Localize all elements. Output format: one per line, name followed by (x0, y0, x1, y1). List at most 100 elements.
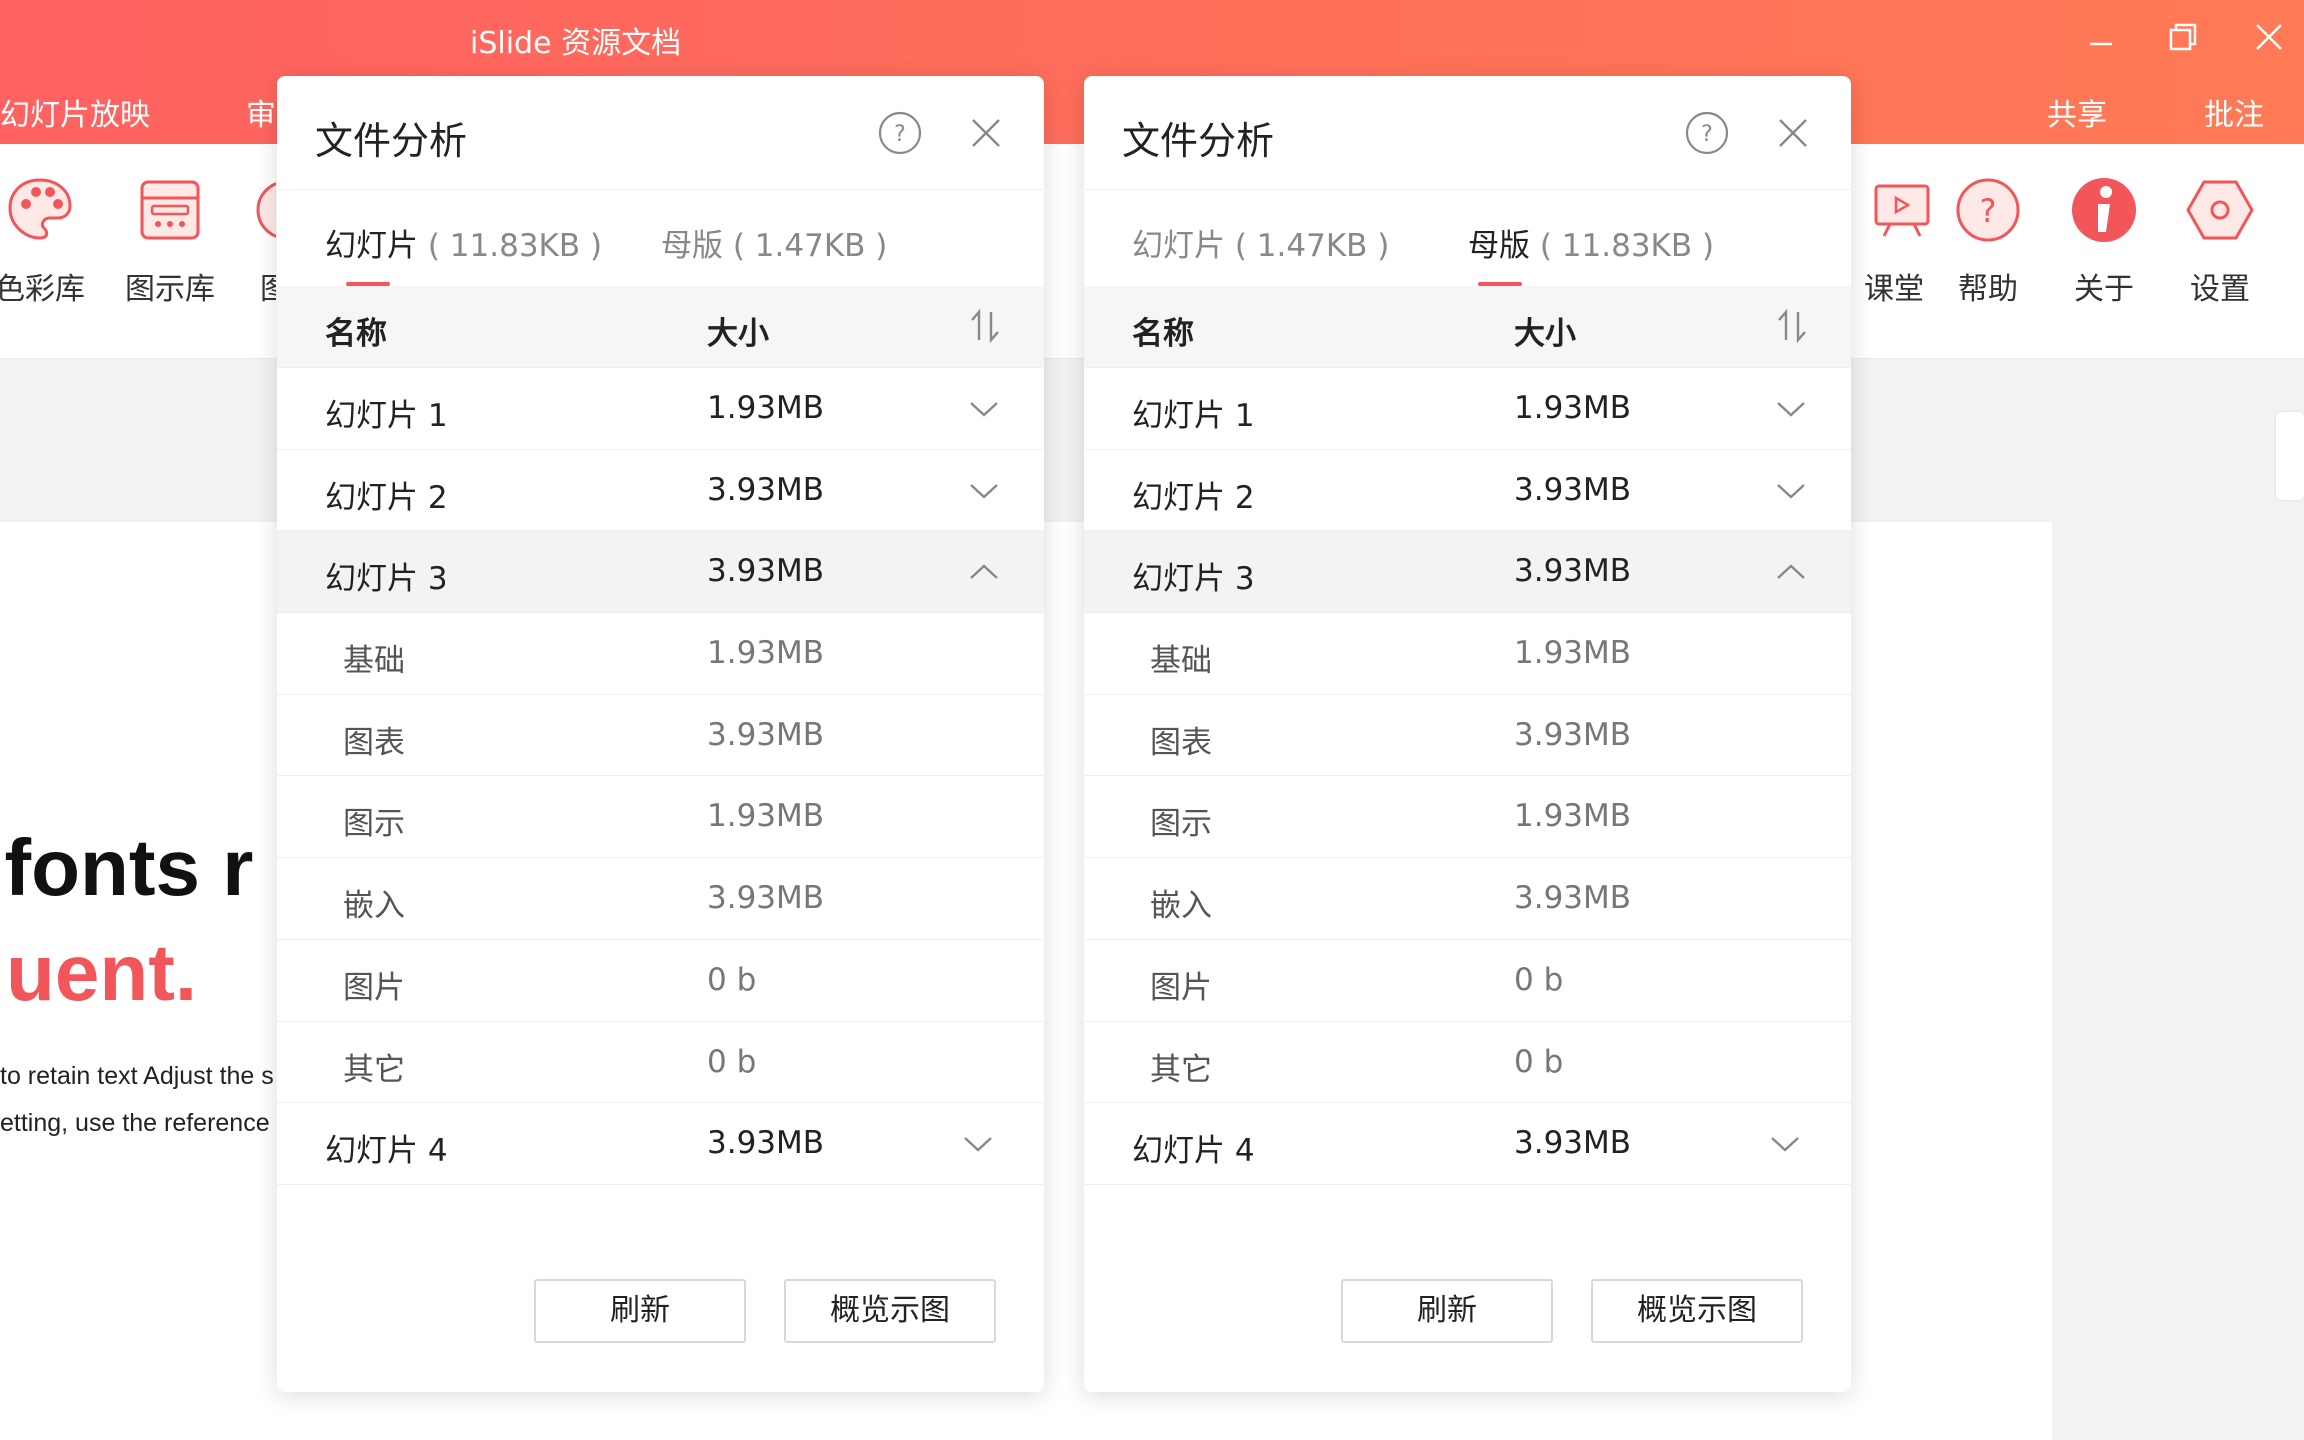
row-name: 图示 (1150, 806, 1212, 843)
file-analysis-dialog: 文件分析 ? 幻灯片 ( 11.83KB ) 母版 ( 1.47KB ) 名称 … (277, 76, 1044, 1392)
row-size: 1.93MB (707, 390, 825, 426)
chevron-down-icon[interactable] (961, 1127, 995, 1161)
settings-icon (2186, 180, 2254, 240)
row-name: 其它 (1150, 1051, 1212, 1088)
diagram-library-icon (140, 180, 200, 240)
chevron-down-icon[interactable] (967, 392, 1001, 426)
help-icon[interactable]: ? (1684, 110, 1730, 156)
refresh-button[interactable]: 刷新 (534, 1279, 746, 1343)
slide-body-line: to retain text Adjust the s (0, 1062, 274, 1090)
table-row[interactable]: 幻灯片 1 1.93MB (277, 368, 1044, 450)
table-row[interactable]: 幻灯片 1 1.93MB (1084, 368, 1851, 450)
tab-size: ( 11.83KB ) (427, 228, 603, 264)
tab-slides[interactable]: 幻灯片 ( 11.83KB ) (325, 220, 602, 265)
dialog-tabs: 幻灯片 ( 1.47KB ) 母版 ( 11.83KB ) (1084, 190, 1851, 286)
sort-icon[interactable] (967, 308, 1003, 344)
dialog-title: 文件分析 (315, 119, 468, 163)
chevron-down-icon[interactable] (967, 474, 1001, 508)
overview-button[interactable]: 概览示图 (784, 1279, 996, 1343)
close-icon[interactable] (969, 116, 1003, 150)
close-window-button[interactable] (2244, 14, 2294, 60)
tab-slides[interactable]: 幻灯片 ( 1.47KB ) (1132, 220, 1389, 265)
row-name: 基础 (1150, 643, 1212, 680)
sort-icon[interactable] (1774, 308, 1810, 344)
tab-label: 母版 (661, 228, 723, 264)
row-size: 3.93MB (707, 553, 825, 590)
tab-size: ( 1.47KB ) (732, 228, 888, 264)
table-row[interactable]: 幻灯片 2 3.93MB (277, 450, 1044, 532)
minimize-icon (2090, 42, 2112, 46)
dialog-title: 文件分析 (1122, 119, 1275, 163)
table-subrow: 图表 3.93MB (277, 695, 1044, 777)
dialog-tabs: 幻灯片 ( 11.83KB ) 母版 ( 1.47KB ) (277, 190, 1044, 286)
chevron-down-icon[interactable] (1774, 392, 1808, 426)
slide-accent-text: uent. (6, 928, 198, 1017)
table-subrow: 嵌入 3.93MB (277, 858, 1044, 940)
table-row[interactable]: 幻灯片 2 3.93MB (1084, 450, 1851, 532)
overview-button[interactable]: 概览示图 (1591, 1279, 1803, 1343)
tab-annotate[interactable]: 批注 (2204, 90, 2264, 134)
row-size: 3.93MB (707, 471, 825, 508)
ribbon-label: 图示库 (125, 272, 215, 307)
ribbon-label: 色彩库 (0, 272, 85, 307)
row-size: 3.93MB (1514, 1125, 1632, 1162)
table-row[interactable]: 幻灯片 3 3.93MB (277, 531, 1044, 614)
table-subrow: 图片 0 b (277, 940, 1044, 1022)
table-subrow: 图片 0 b (1084, 940, 1851, 1022)
ribbon-partial[interactable]: 图 (230, 174, 276, 308)
column-size: 大小 (1514, 316, 1576, 352)
chevron-up-icon[interactable] (1774, 555, 1808, 589)
ribbon-palette[interactable]: 色彩库 (0, 174, 100, 308)
chevron-up-icon[interactable] (967, 555, 1001, 589)
row-name: 嵌入 (1150, 888, 1212, 925)
palette-icon (8, 178, 72, 240)
table-subrow: 图表 3.93MB (1084, 695, 1851, 777)
ribbon-about[interactable]: 关于 (2044, 174, 2164, 308)
tab-master[interactable]: 母版 ( 1.47KB ) (661, 220, 887, 265)
refresh-button[interactable]: 刷新 (1341, 1279, 1553, 1343)
slide-headline: l fonts r (0, 823, 254, 912)
row-size: 1.93MB (1514, 798, 1632, 835)
table-header: 名称 大小 (277, 286, 1044, 368)
tab-master[interactable]: 母版 ( 11.83KB ) (1468, 220, 1714, 265)
row-name: 幻灯片 2 (1132, 479, 1255, 516)
row-size: 1.93MB (1514, 390, 1632, 426)
table-subrow: 图示 1.93MB (277, 776, 1044, 859)
chevron-down-icon[interactable] (1774, 474, 1808, 508)
vertical-scrollbar[interactable] (2276, 412, 2304, 500)
ribbon-settings[interactable]: 设置 (2160, 174, 2280, 308)
row-size: 0 b (707, 961, 757, 998)
row-name: 嵌入 (343, 888, 405, 925)
table-row[interactable]: 幻灯片 4 3.93MB (277, 1103, 1044, 1185)
column-name: 名称 (325, 316, 387, 352)
minimize-button[interactable] (2076, 14, 2126, 60)
row-size: 3.93MB (707, 880, 825, 917)
window-title: iSlide 资源文档 (470, 26, 682, 61)
table-row[interactable]: 幻灯片 4 3.93MB (1084, 1103, 1851, 1185)
ribbon-help[interactable]: ? 帮助 (1928, 174, 2048, 308)
row-name: 其它 (343, 1051, 405, 1088)
tab-review[interactable]: 审 (246, 90, 276, 134)
row-size: 3.93MB (1514, 880, 1632, 917)
row-size: 1.93MB (707, 798, 825, 835)
table-subrow: 图示 1.93MB (1084, 776, 1851, 859)
row-name: 图示 (343, 806, 405, 843)
row-size: 3.93MB (1514, 471, 1632, 508)
row-name: 幻灯片 1 (1132, 398, 1255, 434)
tab-slideshow[interactable]: 幻灯片放映 (0, 90, 150, 134)
close-icon (2256, 24, 2282, 50)
restore-button[interactable] (2158, 14, 2208, 60)
column-size: 大小 (707, 316, 769, 352)
close-icon[interactable] (1776, 116, 1810, 150)
about-icon (2072, 178, 2136, 242)
table-row[interactable]: 幻灯片 3 3.93MB (1084, 531, 1851, 614)
svg-text:?: ? (894, 122, 906, 147)
tab-share[interactable]: 共享 (2047, 90, 2107, 134)
row-name: 幻灯片 4 (1132, 1133, 1255, 1170)
tab-label: 幻灯片 (1132, 228, 1225, 264)
chevron-down-icon[interactable] (1768, 1127, 1802, 1161)
help-icon[interactable]: ? (877, 110, 923, 156)
row-name: 幻灯片 3 (325, 561, 448, 598)
dialog-header: 文件分析 ? (1084, 76, 1851, 190)
ribbon-diagram-library[interactable]: 图示库 (110, 174, 230, 308)
